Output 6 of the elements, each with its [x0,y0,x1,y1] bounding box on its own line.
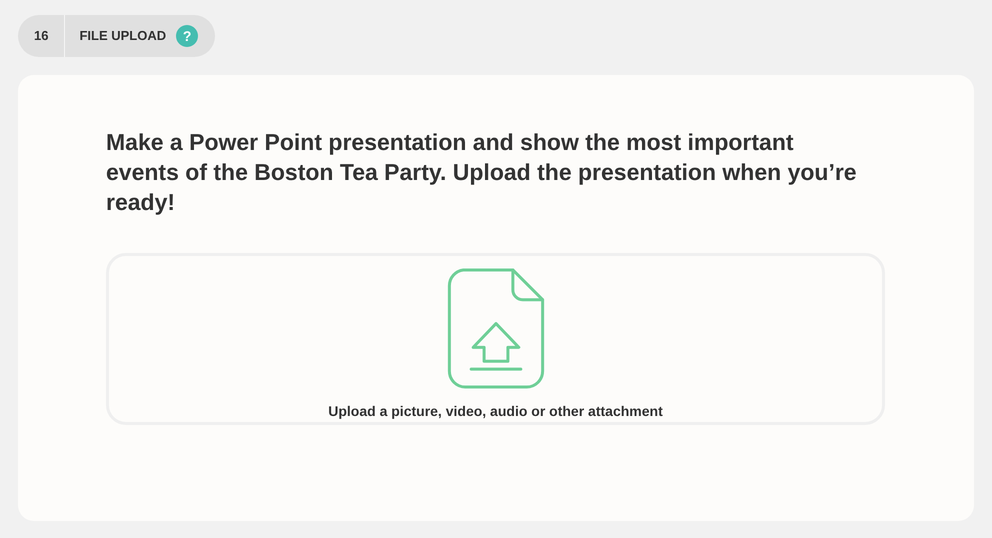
question-number: 16 [18,15,66,57]
question-text: Make a Power Point presentation and show the most important events of the Boston Tea Party. Upload the presentation when you’re ready! [106,128,858,217]
upload-label: Upload a picture, video, audio or other attachment [328,402,663,421]
file-upload-icon [446,268,544,389]
question-type: FILE UPLOAD [78,27,168,46]
upload-dropzone[interactable]: Upload a picture, video, audio or other attachment [106,253,885,425]
